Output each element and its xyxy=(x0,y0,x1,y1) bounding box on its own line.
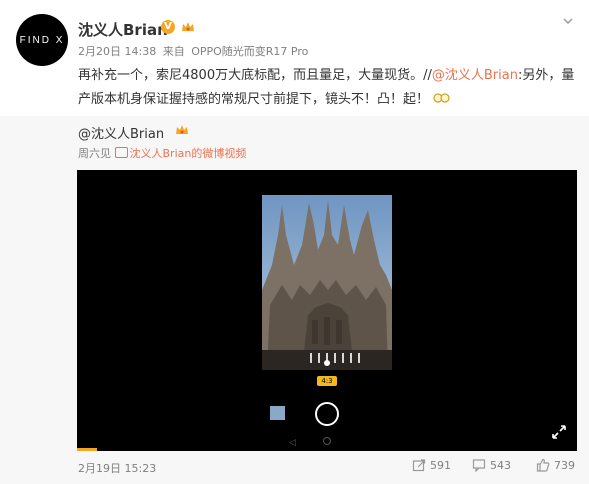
video-link[interactable]: 沈义人Brian的微博视频 xyxy=(114,147,247,160)
vip-crown-icon xyxy=(176,125,188,134)
aspect-ratio-button[interactable]: 4:3 xyxy=(317,376,337,386)
verified-badge-icon: V xyxy=(161,20,175,34)
repost-day: 周六见 xyxy=(78,147,111,160)
source-prefix: 来自 xyxy=(162,45,185,58)
repost-meta: 周六见 沈义人Brian的微博视频 xyxy=(78,145,246,161)
forward-count: 591 xyxy=(430,458,451,472)
like-button[interactable]: 739 xyxy=(536,458,575,472)
comment-count: 543 xyxy=(490,458,511,472)
comment-button[interactable]: 543 xyxy=(472,458,511,472)
vip-crown-icon xyxy=(182,22,194,31)
thumbs-up-icon xyxy=(536,458,550,472)
mention-link[interactable]: @沈义人Brian xyxy=(432,68,518,83)
video-icon xyxy=(114,147,128,158)
post-username[interactable]: 沈义人Brian xyxy=(78,19,168,40)
repost-username[interactable]: @沈义人Brian xyxy=(78,123,164,142)
like-count: 739 xyxy=(554,458,575,472)
comment-icon xyxy=(472,459,486,472)
post-text-part1: 再补充一个，索尼4800万大底标配，而且量足，大量现货。// xyxy=(78,68,432,83)
cathedral-photo xyxy=(262,195,392,370)
chevron-down-icon[interactable] xyxy=(562,15,574,27)
video-link-label: 沈义人Brian的微博视频 xyxy=(129,147,247,160)
video-progress-bar[interactable] xyxy=(77,448,97,451)
forward-button[interactable]: 591 xyxy=(412,458,451,472)
post-meta: 2月20日 14:38 来自 OPPO随光而变R17 Pro xyxy=(78,43,308,59)
fullscreen-icon[interactable] xyxy=(551,424,567,440)
repost-date[interactable]: 2月19日 15:23 xyxy=(78,460,156,476)
video-player[interactable]: 4:3 ◁ xyxy=(77,170,577,451)
avatar[interactable]: FIND X xyxy=(16,14,68,66)
back-icon[interactable]: ◁ xyxy=(289,438,296,448)
gallery-thumbnail[interactable] xyxy=(270,406,285,420)
forward-icon xyxy=(412,459,426,472)
glasses-emoji-icon xyxy=(433,93,450,103)
cathedral-image xyxy=(262,195,392,370)
post-source[interactable]: OPPO随光而变R17 Pro xyxy=(191,45,308,58)
post-date[interactable]: 2月20日 14:38 xyxy=(78,45,156,58)
home-icon[interactable] xyxy=(323,437,331,445)
shutter-button[interactable] xyxy=(315,402,339,426)
post-text: 再补充一个，索尼4800万大底标配，而且量足，大量现货。//@沈义人Brian:… xyxy=(78,64,578,112)
avatar-text: FIND X xyxy=(19,34,65,46)
